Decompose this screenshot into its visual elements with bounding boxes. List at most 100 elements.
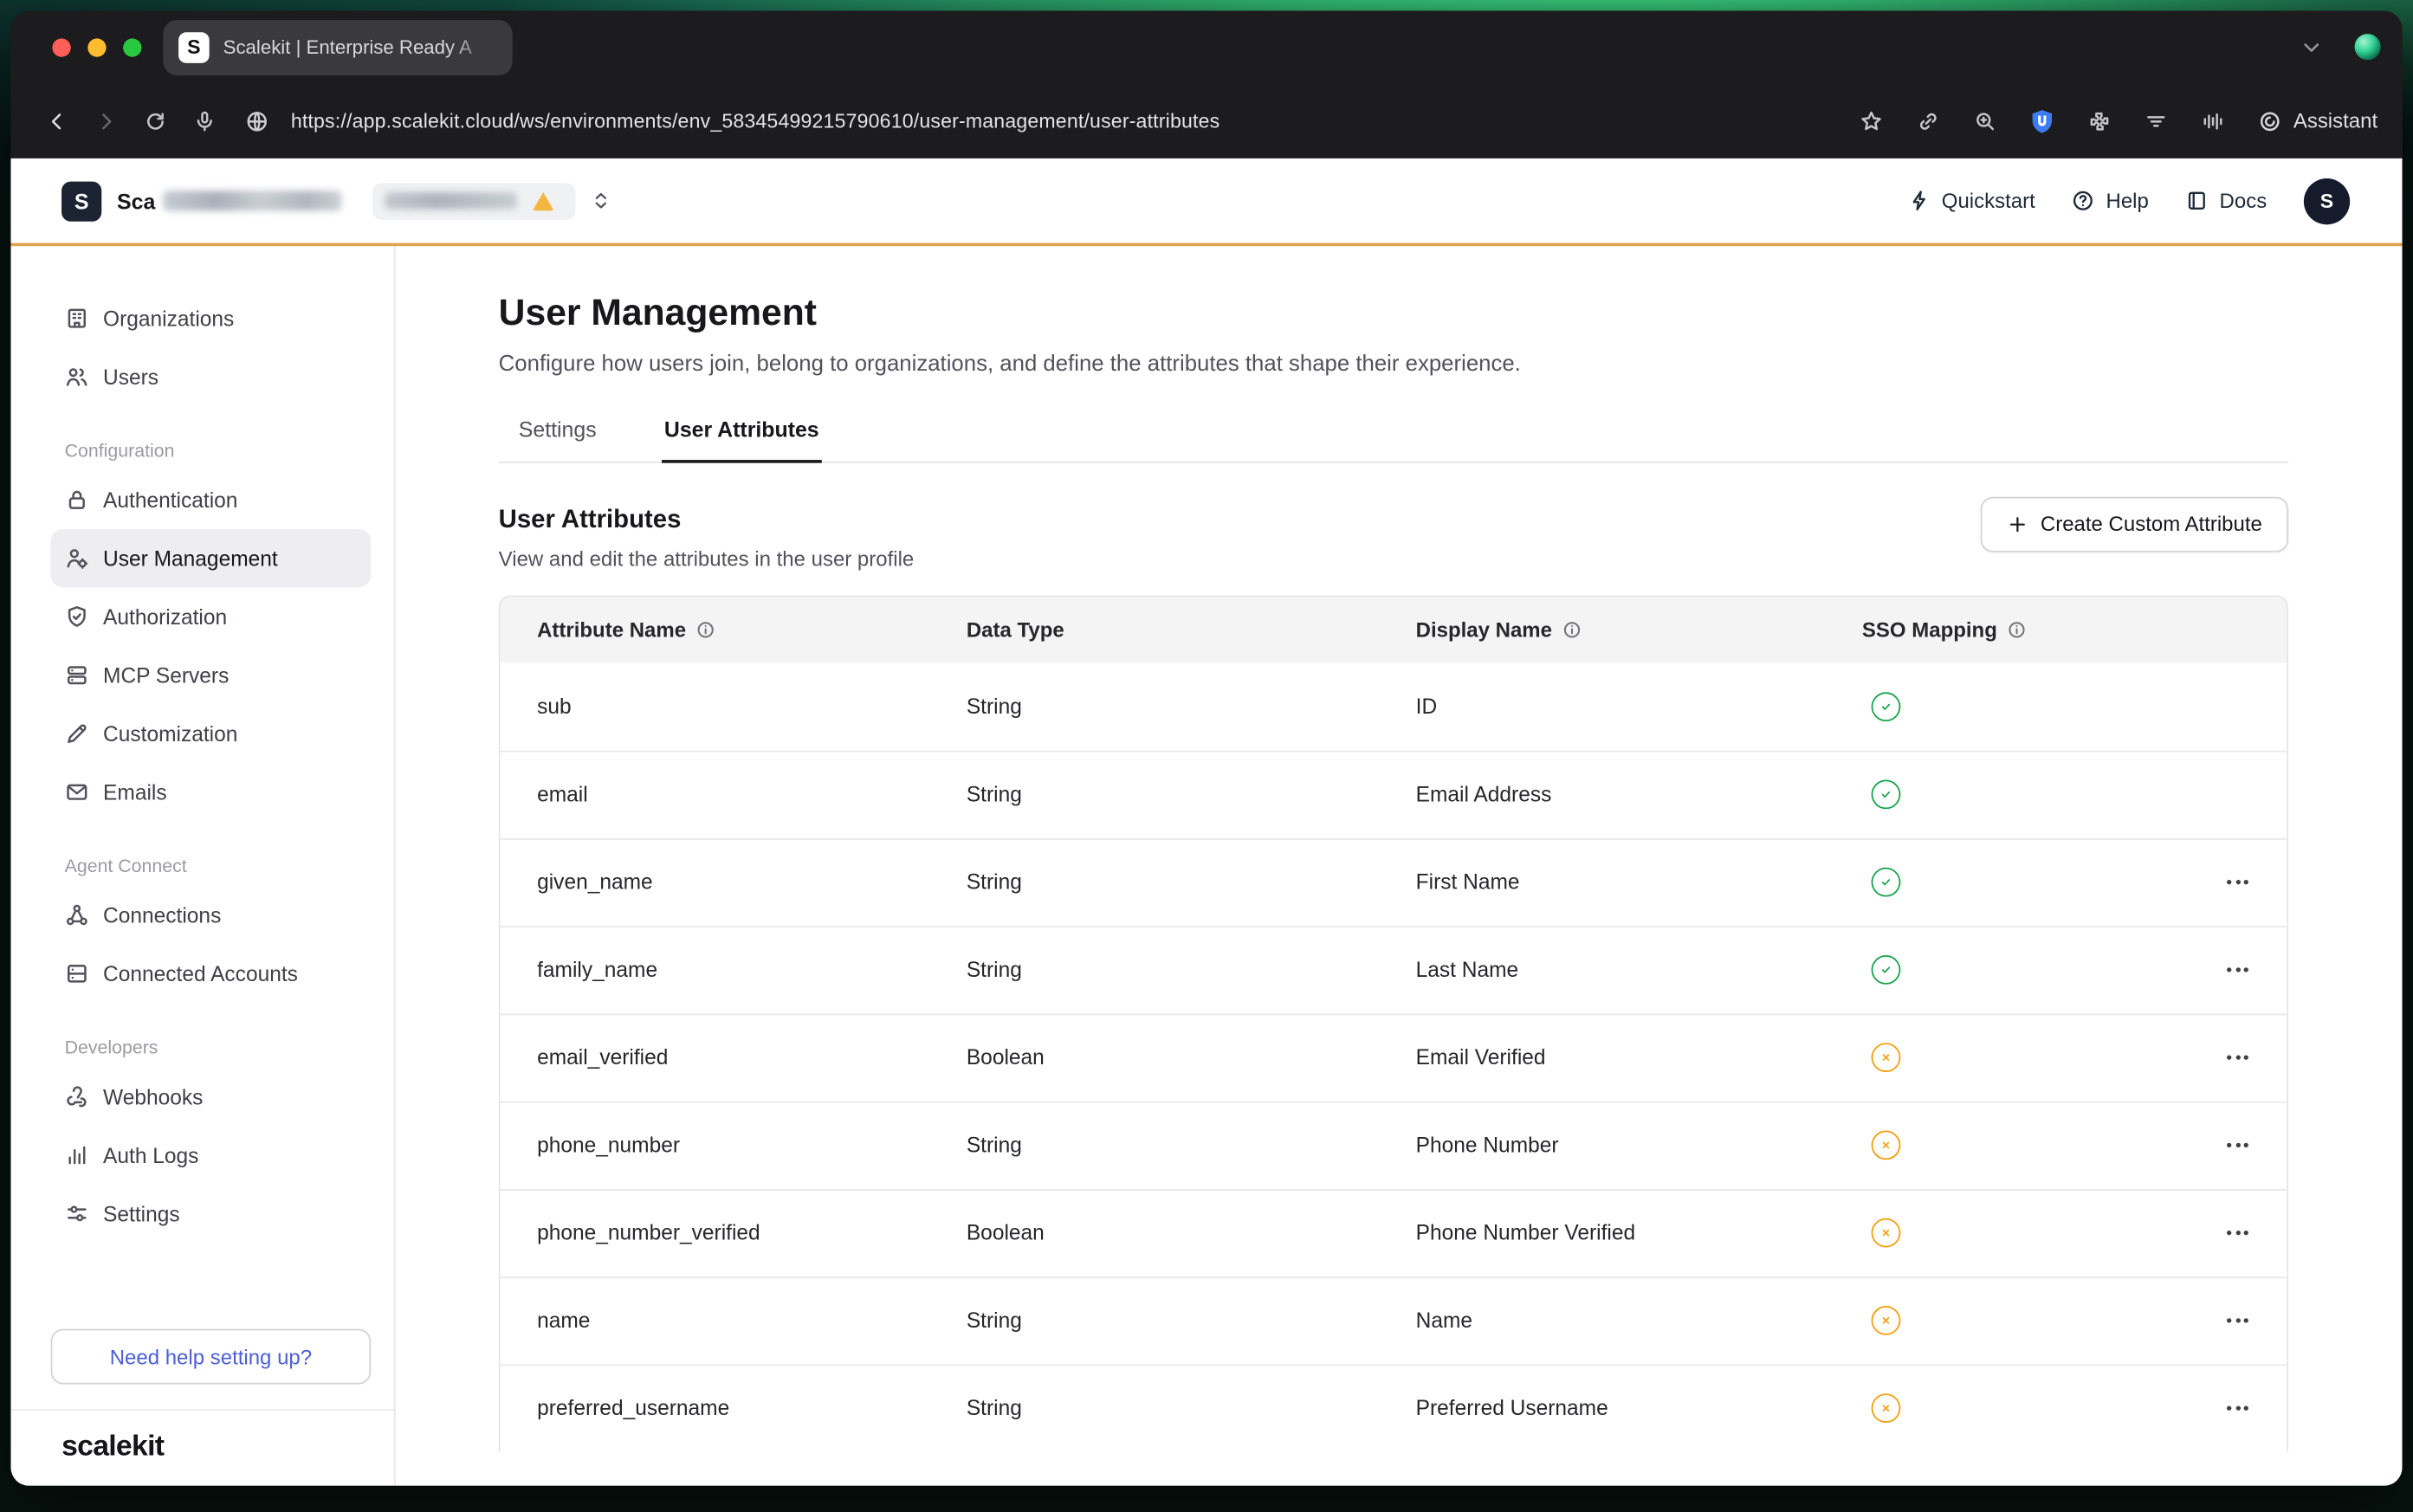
waveform-icon[interactable] — [2192, 100, 2235, 143]
screen: S Scalekit | Enterprise Ready A https://… — [0, 0, 2413, 1512]
row-menu-button[interactable] — [2215, 1211, 2261, 1257]
tab-user-attributes[interactable]: User Attributes — [661, 404, 822, 462]
sidebar-item-user-management[interactable]: User Management — [51, 529, 372, 587]
row-menu-button[interactable] — [2215, 1122, 2261, 1168]
environment-name-redacted — [385, 192, 517, 210]
main-content: User Management Configure how users join… — [396, 246, 2403, 1486]
sidebar-item-authentication[interactable]: Authentication — [51, 471, 372, 529]
quickstart-button[interactable]: Quickstart — [1908, 189, 2035, 212]
table-header: Attribute Name Data Type Display Name — [500, 597, 2287, 662]
data-type-cell: String — [967, 1134, 1416, 1158]
sidebar-item-connections[interactable]: Connections — [51, 886, 372, 944]
need-help-button[interactable]: Need help setting up? — [51, 1329, 372, 1385]
browser-tab[interactable]: S Scalekit | Enterprise Ready A — [163, 19, 512, 74]
sidebar-item-organizations[interactable]: Organizations — [51, 289, 372, 347]
bookmark-star-icon[interactable] — [1850, 100, 1893, 143]
user-gear-icon — [65, 546, 89, 571]
forward-button[interactable] — [85, 100, 128, 143]
attribute-name-cell: given_name — [500, 871, 966, 895]
sidebar-item-label: Auth Logs — [103, 1144, 198, 1167]
row-menu-button[interactable] — [2215, 947, 2261, 993]
sidebar-item-connected-accounts[interactable]: Connected Accounts — [51, 945, 372, 1003]
url-text[interactable]: https://app.scalekit.cloud/ws/environmen… — [291, 109, 1220, 132]
assistant-button[interactable]: Assistant — [2258, 108, 2377, 132]
accounts-icon — [65, 961, 89, 985]
extensions-puzzle-icon[interactable] — [2078, 100, 2121, 143]
data-type-cell: String — [967, 871, 1416, 895]
data-type-cell: String — [967, 1309, 1416, 1333]
browser-url-bar: https://app.scalekit.cloud/ws/environmen… — [10, 83, 2402, 158]
zoom-window-button[interactable] — [123, 38, 141, 56]
sso-mapping-cell — [1862, 956, 2189, 985]
column-sso-mapping: SSO Mapping — [1862, 618, 2189, 642]
browser-window: S Scalekit | Enterprise Ready A https://… — [10, 10, 2402, 1485]
display-name-cell: Email Verified — [1416, 1046, 1862, 1069]
sidebar-item-settings[interactable]: Settings — [51, 1185, 372, 1243]
sidebar-footer: scalekit — [10, 1409, 393, 1486]
chevron-down-icon[interactable] — [2300, 35, 2324, 59]
display-name-cell: Phone Number Verified — [1416, 1222, 1862, 1245]
book-icon — [2185, 189, 2209, 212]
close-window-button[interactable] — [52, 38, 70, 56]
sidebar-item-label: Connected Accounts — [103, 962, 298, 985]
environment-selector[interactable] — [372, 182, 576, 219]
help-button[interactable]: Help — [2072, 189, 2148, 212]
sidebar-item-label: Connections — [103, 904, 221, 927]
sidebar-item-authorization[interactable]: Authorization — [51, 588, 372, 646]
back-button[interactable] — [36, 100, 79, 143]
page-subtitle: Configure how users join, belong to orga… — [499, 352, 2288, 376]
section-subheading: View and edit the attributes in the user… — [499, 547, 915, 571]
tab-settings[interactable]: Settings — [515, 404, 599, 462]
row-menu-button[interactable] — [2215, 860, 2261, 906]
reader-filter-icon[interactable] — [2135, 100, 2178, 143]
lock-icon — [65, 488, 89, 512]
selector-chevrons-icon[interactable] — [589, 189, 612, 212]
sidebar-item-webhooks[interactable]: Webhooks — [51, 1068, 372, 1126]
sidebar-item-label: Settings — [103, 1202, 180, 1225]
sidebar-item-auth-logs[interactable]: Auth Logs — [51, 1126, 372, 1184]
sidebar-item-mcp-servers[interactable]: MCP Servers — [51, 646, 372, 704]
sso-not-mapped-icon — [1872, 1307, 1901, 1336]
row-menu-button[interactable] — [2215, 1035, 2261, 1081]
sidebar: OrganizationsUsersConfigurationAuthentic… — [10, 246, 395, 1486]
data-type-cell: String — [967, 784, 1416, 807]
lightning-icon — [1908, 189, 1931, 212]
brush-icon — [65, 721, 89, 746]
reload-button[interactable] — [134, 100, 178, 143]
sso-mapped-icon — [1872, 868, 1901, 897]
copy-link-icon[interactable] — [1907, 100, 1950, 143]
sliders-icon — [65, 1201, 89, 1225]
sidebar-item-label: Emails — [103, 780, 167, 804]
info-icon[interactable] — [1562, 619, 1582, 639]
row-menu-button[interactable] — [2215, 1298, 2261, 1344]
row-menu-button[interactable] — [2215, 1386, 2261, 1431]
adblock-shield-icon[interactable] — [2021, 100, 2064, 143]
sidebar-item-users[interactable]: Users — [51, 347, 372, 405]
info-icon[interactable] — [695, 619, 715, 639]
zoom-search-icon[interactable] — [1964, 100, 2008, 143]
site-globe-icon[interactable] — [238, 102, 275, 139]
sso-mapped-icon — [1872, 956, 1901, 985]
attribute-name-cell: family_name — [500, 959, 966, 982]
sidebar-item-customization[interactable]: Customization — [51, 704, 372, 762]
sidebar-item-emails[interactable]: Emails — [51, 763, 372, 821]
minimize-window-button[interactable] — [87, 38, 106, 56]
workspace-name-redacted — [163, 191, 341, 210]
data-type-cell: String — [967, 959, 1416, 982]
microphone-icon[interactable] — [183, 100, 226, 143]
server-icon — [65, 663, 89, 688]
info-icon[interactable] — [2007, 619, 2027, 639]
workspace-name: Sca — [117, 189, 155, 213]
section-heading: User Attributes — [499, 506, 915, 535]
sidebar-nav: OrganizationsUsersConfigurationAuthentic… — [51, 289, 372, 1243]
sso-mapping-cell — [1862, 1307, 2189, 1336]
attribute-name-cell: email — [500, 784, 966, 807]
profile-sphere-icon[interactable] — [2355, 34, 2381, 60]
user-avatar[interactable]: S — [2304, 178, 2350, 223]
window-controls — [52, 38, 141, 56]
tab-favicon: S — [178, 31, 210, 62]
create-custom-attribute-button[interactable]: Create Custom Attribute — [1981, 496, 2288, 552]
sidebar-item-label: Webhooks — [103, 1085, 203, 1108]
docs-button[interactable]: Docs — [2185, 189, 2267, 212]
display-name-cell: Name — [1416, 1309, 1862, 1333]
